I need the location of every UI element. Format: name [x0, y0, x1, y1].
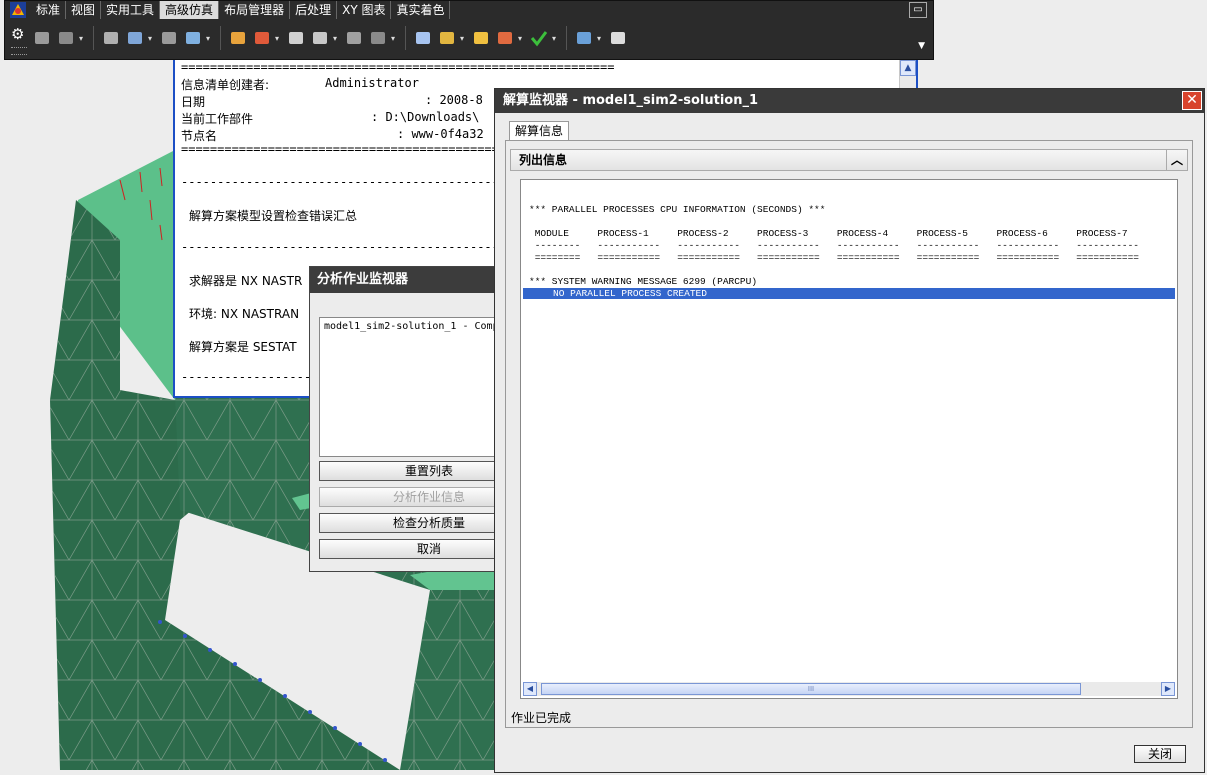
menu-tab[interactable]: 视图 — [66, 1, 102, 19]
surface-icon[interactable] — [367, 27, 389, 49]
menu-tab[interactable]: XY 图表 — [337, 1, 392, 19]
close-button[interactable]: 关闭 — [1134, 745, 1186, 763]
node-value: : www-0f4a32 — [397, 127, 484, 141]
dropdown-arrow-icon[interactable]: ▾ — [460, 34, 468, 43]
date-value: : 2008-8 — [425, 93, 483, 107]
solver-line: 求解器是 NX NASTR — [189, 274, 303, 288]
tool-row: ▾ ▾ ▾ ▾ ▾ ▾ ▾ ▾ ▾ ▾ — [31, 21, 629, 55]
constraint-icon[interactable] — [251, 27, 273, 49]
menu-tab[interactable]: 标准 — [31, 1, 67, 19]
group-header-label: 列出信息 — [519, 153, 568, 167]
document-icon[interactable] — [607, 27, 629, 49]
toolbar-separator — [405, 26, 406, 50]
app-logo-icon — [10, 2, 26, 18]
solid-icon[interactable] — [343, 27, 365, 49]
dropdown-arrow-icon[interactable]: ▾ — [333, 34, 341, 43]
element-icon[interactable] — [124, 27, 146, 49]
selected-output-line[interactable]: NO PARALLEL PROCESS CREATED — [523, 288, 1175, 299]
dropdown-arrow-icon[interactable]: ▾ — [552, 34, 560, 43]
close-icon[interactable]: ✕ — [1182, 91, 1202, 110]
solution-monitor-dialog: 解算监视器 - model1_sim2-solution_1 ✕ 解算信息 列出… — [494, 88, 1205, 773]
creator-label: 信息清单创建者: — [181, 78, 270, 92]
load-icon[interactable] — [227, 27, 249, 49]
solution-monitor-title: 解算监视器 - model1_sim2-solution_1 — [495, 89, 1204, 113]
output-line[interactable]: *** PARALLEL PROCESSES CPU INFORMATION (… — [529, 204, 825, 215]
scroll-up-icon[interactable]: ▲ — [900, 60, 916, 76]
status-text: 作业已完成 — [511, 711, 572, 725]
gear-icon[interactable]: ⚙ — [11, 25, 24, 43]
grid-icon[interactable] — [158, 27, 180, 49]
tab-panel: 列出信息 ︿ *** PARALLEL PROCESSES CPU INFORM… — [505, 140, 1193, 728]
node-icon[interactable] — [309, 27, 331, 49]
assembly-icon[interactable] — [55, 27, 77, 49]
solve-icon[interactable] — [436, 27, 458, 49]
check-icon[interactable] — [528, 27, 550, 49]
dropdown-arrow-icon[interactable]: ▾ — [79, 34, 87, 43]
toolbar-grip-icon[interactable] — [11, 47, 27, 55]
part-icon[interactable] — [31, 27, 53, 49]
menu-tab[interactable]: 高级仿真 — [160, 1, 220, 19]
output-line[interactable]: -------- ----------- ----------- -------… — [529, 240, 1139, 251]
material-icon[interactable] — [412, 27, 434, 49]
creator-value: Administrator — [325, 76, 419, 90]
menu-tab[interactable]: 实用工具 — [101, 1, 161, 19]
scroll-left-icon[interactable]: ◀ — [523, 682, 537, 696]
list-info-group-header[interactable]: 列出信息 ︿ — [510, 149, 1188, 171]
dropdown-arrow-icon[interactable]: ▾ — [275, 34, 283, 43]
menu-tab[interactable]: 布局管理器 — [219, 1, 291, 19]
table-icon[interactable] — [182, 27, 204, 49]
dropdown-arrow-icon[interactable]: ▾ — [148, 34, 156, 43]
menu-collapse-icon[interactable]: ▭ — [909, 2, 927, 18]
dropdown-arrow-icon[interactable]: ▾ — [518, 34, 526, 43]
solution-line: 解算方案是 SESTAT — [189, 340, 297, 354]
menu-bar: 标准 视图 实用工具 高级仿真 布局管理器 后处理 XY 图表 真实着色 — [31, 1, 451, 19]
scroll-right-icon[interactable]: ▶ — [1161, 682, 1175, 696]
toolbar-separator — [93, 26, 94, 50]
date-label: 日期 — [181, 95, 206, 109]
chevron-down-icon[interactable]: ▼ — [918, 41, 925, 51]
toolbar-separator — [220, 26, 221, 50]
scroll-thumb[interactable]: III — [541, 683, 1081, 695]
results-icon[interactable] — [470, 27, 492, 49]
work-part-label: 当前工作部件 — [181, 112, 254, 126]
dropdown-arrow-icon[interactable]: ▾ — [391, 34, 399, 43]
output-line[interactable]: *** SYSTEM WARNING MESSAGE 6299 (PARCPU) — [529, 276, 757, 287]
horizontal-scrollbar[interactable]: ◀ III ▶ — [523, 682, 1175, 696]
work-part-value: : D:\Downloads\ — [371, 110, 480, 124]
output-line[interactable]: MODULE PROCESS-1 PROCESS-2 PROCESS-3 PRO… — [529, 228, 1128, 239]
axis-icon[interactable] — [285, 27, 307, 49]
summary-title: 解算方案模型设置检查错误汇总 — [189, 209, 358, 223]
separator-line: ========================================… — [181, 60, 615, 74]
dropdown-arrow-icon[interactable]: ▾ — [206, 34, 214, 43]
chevron-up-icon[interactable]: ︿ — [1166, 150, 1187, 170]
report-icon[interactable] — [573, 27, 595, 49]
menu-tab[interactable]: 真实着色 — [391, 1, 451, 19]
main-toolbar: 标准 视图 实用工具 高级仿真 布局管理器 后处理 XY 图表 真实着色 ▭ ⚙ ▾ ▾ ▾ ▾ ▾ ▾… — [4, 0, 934, 60]
tab-solution-info[interactable]: 解算信息 — [509, 121, 570, 142]
mesh-icon[interactable] — [100, 27, 122, 49]
dropdown-arrow-icon[interactable]: ▾ — [597, 34, 605, 43]
xy-plot-icon[interactable] — [494, 27, 516, 49]
output-text-area[interactable]: *** PARALLEL PROCESSES CPU INFORMATION (… — [520, 179, 1178, 699]
toolbar-separator — [566, 26, 567, 50]
menu-tab[interactable]: 后处理 — [290, 1, 338, 19]
environment-line: 环境: NX NASTRAN — [189, 307, 300, 321]
output-line[interactable]: ======== =========== =========== =======… — [529, 252, 1139, 263]
